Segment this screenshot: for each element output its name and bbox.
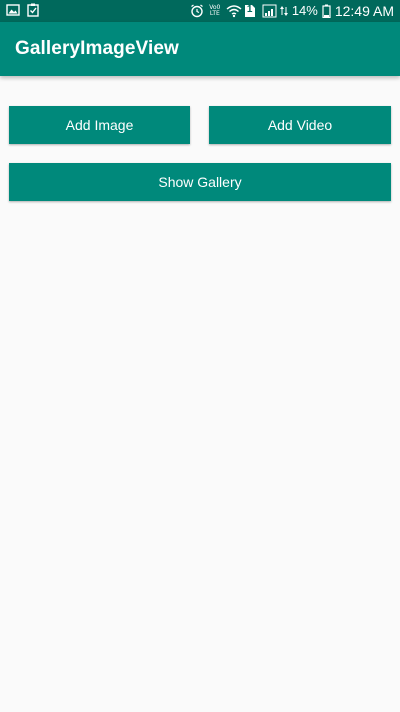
- signal-icon: [262, 4, 277, 18]
- checklist-notification-icon: [26, 3, 40, 17]
- show-gallery-button[interactable]: Show Gallery: [9, 163, 391, 201]
- battery-percent: 14%: [291, 3, 318, 18]
- sim-label: 1: [246, 4, 253, 15]
- app-bar: GalleryImageView: [0, 22, 400, 76]
- system-icons: Vo0 LTE 1 14% 12:49 AM: [190, 3, 394, 19]
- alarm-icon: [190, 4, 204, 18]
- status-bar: Vo0 LTE 1 14% 12:49 AM: [0, 0, 400, 22]
- add-video-button[interactable]: Add Video: [209, 106, 391, 144]
- add-image-button[interactable]: Add Image: [9, 106, 190, 144]
- app-title: GalleryImageView: [15, 38, 179, 59]
- wifi-icon: [226, 4, 242, 18]
- volte-icon: Vo0 LTE: [208, 5, 222, 17]
- battery-icon: [322, 4, 331, 18]
- gallery-notification-icon: [6, 3, 20, 17]
- clock: 12:49 AM: [334, 3, 394, 19]
- notification-icons: [6, 3, 40, 17]
- sim-icon: 1: [244, 4, 258, 18]
- lte-label: LTE: [209, 10, 220, 17]
- data-arrows-icon: [279, 4, 288, 18]
